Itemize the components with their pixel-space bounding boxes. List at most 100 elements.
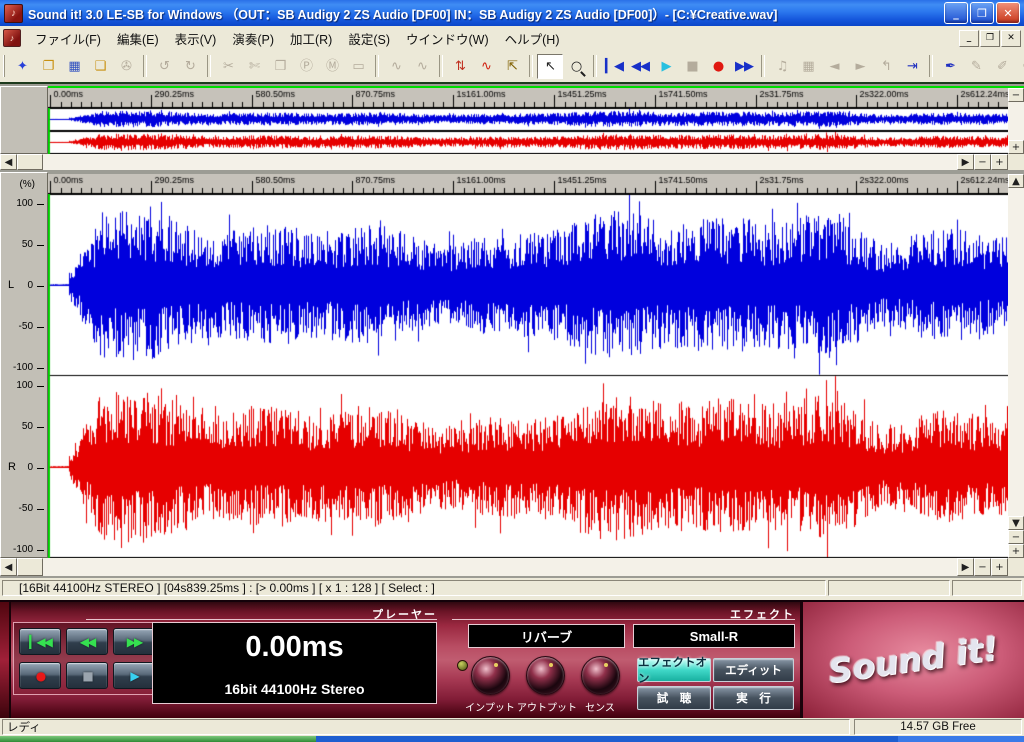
- overview-panel: − + ◀ ▶ − +: [0, 86, 1024, 170]
- mdi-minimize-button[interactable]: _: [959, 30, 979, 47]
- panel-left-edge: [0, 602, 11, 718]
- scale-tick-mark: [37, 286, 44, 287]
- save-copy-button[interactable]: ❏: [87, 54, 113, 79]
- audition-button[interactable]: 試 聴: [637, 686, 711, 710]
- close-button[interactable]: ✕: [996, 2, 1020, 24]
- insert-marker-icon: ⇥: [907, 60, 917, 73]
- main-time-ruler[interactable]: [48, 174, 1008, 194]
- main-scroll-down-button[interactable]: ▼: [1008, 516, 1024, 530]
- save-button[interactable]: ▦: [61, 54, 87, 79]
- record-button[interactable]: ●: [705, 54, 731, 79]
- mdi-close-button[interactable]: ✕: [1001, 30, 1021, 47]
- toolbar-grip[interactable]: [3, 55, 5, 77]
- tray-edge: [898, 736, 1024, 742]
- sense-knob-label: センス: [572, 699, 628, 714]
- main-scroll-corner: [1008, 558, 1024, 576]
- mdi-restore-button[interactable]: ❐: [980, 30, 1000, 47]
- record-button[interactable]: ●: [19, 662, 61, 689]
- menu-help[interactable]: ヘルプ(H): [497, 26, 568, 51]
- main-scroll-up-button[interactable]: ▲: [1008, 174, 1024, 188]
- menu-settings[interactable]: 設定(S): [340, 26, 398, 51]
- overview-waveform-right[interactable]: [48, 131, 1008, 154]
- menu-edit[interactable]: 編集(E): [109, 26, 167, 51]
- overview-scroll-track[interactable]: [43, 154, 957, 170]
- sense-knob[interactable]: [581, 656, 620, 695]
- undo-button: ↺: [151, 54, 177, 79]
- edit-button[interactable]: エディット: [713, 658, 794, 682]
- skip-to-start-button[interactable]: ▎◀◀: [19, 628, 61, 655]
- time-display: 0.00ms: [245, 631, 343, 664]
- select-tool-button[interactable]: ↖: [537, 54, 563, 79]
- menu-view[interactable]: 表示(V): [167, 26, 225, 51]
- overview-hzoom-in-button[interactable]: +: [991, 154, 1008, 170]
- window-title: Sound it! 3.0 LE-SB for Windows （OUT：SB …: [28, 4, 942, 23]
- main-scroll-left-button[interactable]: ◀: [0, 558, 17, 576]
- menu-window[interactable]: ウインドウ(W): [398, 26, 497, 51]
- pointer-position-button[interactable]: ⇱: [499, 54, 525, 79]
- main-scroll-thumb[interactable]: [17, 558, 43, 576]
- channel-label-r: R: [8, 461, 16, 473]
- pen-tool-button[interactable]: ✒: [937, 54, 963, 79]
- insert-marker-button[interactable]: ⇥: [899, 54, 925, 79]
- toolbar-separator: [529, 55, 533, 77]
- fast-forward-button[interactable]: ▶▶: [113, 628, 155, 655]
- input-knob[interactable]: [471, 656, 510, 695]
- rewind-button[interactable]: ◀◀: [627, 54, 653, 79]
- execute-button[interactable]: 実 行: [713, 686, 794, 710]
- overview-gutter: [0, 86, 48, 154]
- stop-button[interactable]: ■: [66, 662, 108, 689]
- main-vzoom-out-button[interactable]: −: [1008, 530, 1024, 544]
- toolbar: ✦❐▦❏✇↺↻✂✄❒ⓅⓂ▭∿∿⇅∿⇱↖○▎◀◀◀▶■●▶▶♫▦◄►↰⇥✒✎✐✏✑…: [0, 50, 1024, 84]
- overview-waveform-left[interactable]: [48, 108, 1008, 131]
- menu-play[interactable]: 演奏(P): [224, 26, 282, 51]
- overview-scroll-corner: [1008, 154, 1024, 170]
- new-button[interactable]: ✦: [9, 54, 35, 79]
- scale-tick-label: 50: [22, 421, 33, 432]
- overview-vzoom-in-button[interactable]: +: [1008, 140, 1024, 154]
- restore-button[interactable]: ❐: [970, 2, 994, 24]
- go-start-button[interactable]: ▎◀: [601, 54, 627, 79]
- menu-file[interactable]: ファイル(F): [27, 26, 109, 51]
- open-button[interactable]: ❐: [35, 54, 61, 79]
- toolbar-separator: [439, 55, 443, 77]
- main-vzoom-in-button[interactable]: +: [1008, 544, 1024, 558]
- fast-forward-button[interactable]: ▶▶: [731, 54, 757, 79]
- play-button[interactable]: ▶: [113, 662, 155, 689]
- title-bar: ♪ Sound it! 3.0 LE-SB for Windows （OUT：S…: [0, 0, 1024, 26]
- scale-tick-mark: [37, 509, 44, 510]
- start-button-edge[interactable]: [0, 736, 316, 742]
- main-scroll-right-button[interactable]: ▶: [957, 558, 974, 576]
- paste-button: ❒: [267, 54, 293, 79]
- overview-vzoom-out-button[interactable]: −: [1008, 88, 1024, 102]
- overview-vscroll-track[interactable]: [1008, 102, 1024, 140]
- main-waveform-display[interactable]: [48, 194, 1008, 558]
- pen-tool-icon: ✒: [945, 60, 955, 73]
- play-icon: ▶: [662, 60, 671, 73]
- trim-icon: ✄: [249, 60, 259, 73]
- import-icon: ✇: [121, 60, 131, 73]
- overview-scroll-left-button[interactable]: ◀: [0, 154, 17, 170]
- effect-type-display: リバーブ: [468, 624, 625, 648]
- play-button[interactable]: ▶: [653, 54, 679, 79]
- main-vscroll-track[interactable]: [1008, 188, 1024, 516]
- input-knob-group: インプット: [462, 656, 518, 714]
- player-section-label: プレーヤー: [345, 606, 437, 622]
- ms-hz-toggle-button[interactable]: ⇅: [447, 54, 473, 79]
- zoom-tool-button[interactable]: ○: [563, 54, 589, 79]
- overview-hzoom-out-button[interactable]: −: [974, 154, 991, 170]
- minimize-button[interactable]: _: [944, 2, 968, 24]
- effect-on-button[interactable]: エフェクトオン: [637, 658, 711, 682]
- overview-scroll-thumb[interactable]: [17, 154, 43, 170]
- rewind-button[interactable]: ◀◀: [66, 628, 108, 655]
- main-hzoom-in-button[interactable]: +: [991, 558, 1008, 576]
- overview-time-ruler[interactable]: [48, 88, 1008, 108]
- wave-display-button[interactable]: ∿: [473, 54, 499, 79]
- overview-scroll-right-button[interactable]: ▶: [957, 154, 974, 170]
- effect-section-label: エフェクト: [700, 606, 795, 622]
- monitor-button: ♫: [769, 54, 795, 79]
- main-scroll-track[interactable]: [43, 558, 957, 576]
- output-knob[interactable]: [526, 656, 565, 695]
- menu-process[interactable]: 加工(R): [282, 26, 340, 51]
- main-hzoom-out-button[interactable]: −: [974, 558, 991, 576]
- redo-icon: ↻: [185, 60, 195, 73]
